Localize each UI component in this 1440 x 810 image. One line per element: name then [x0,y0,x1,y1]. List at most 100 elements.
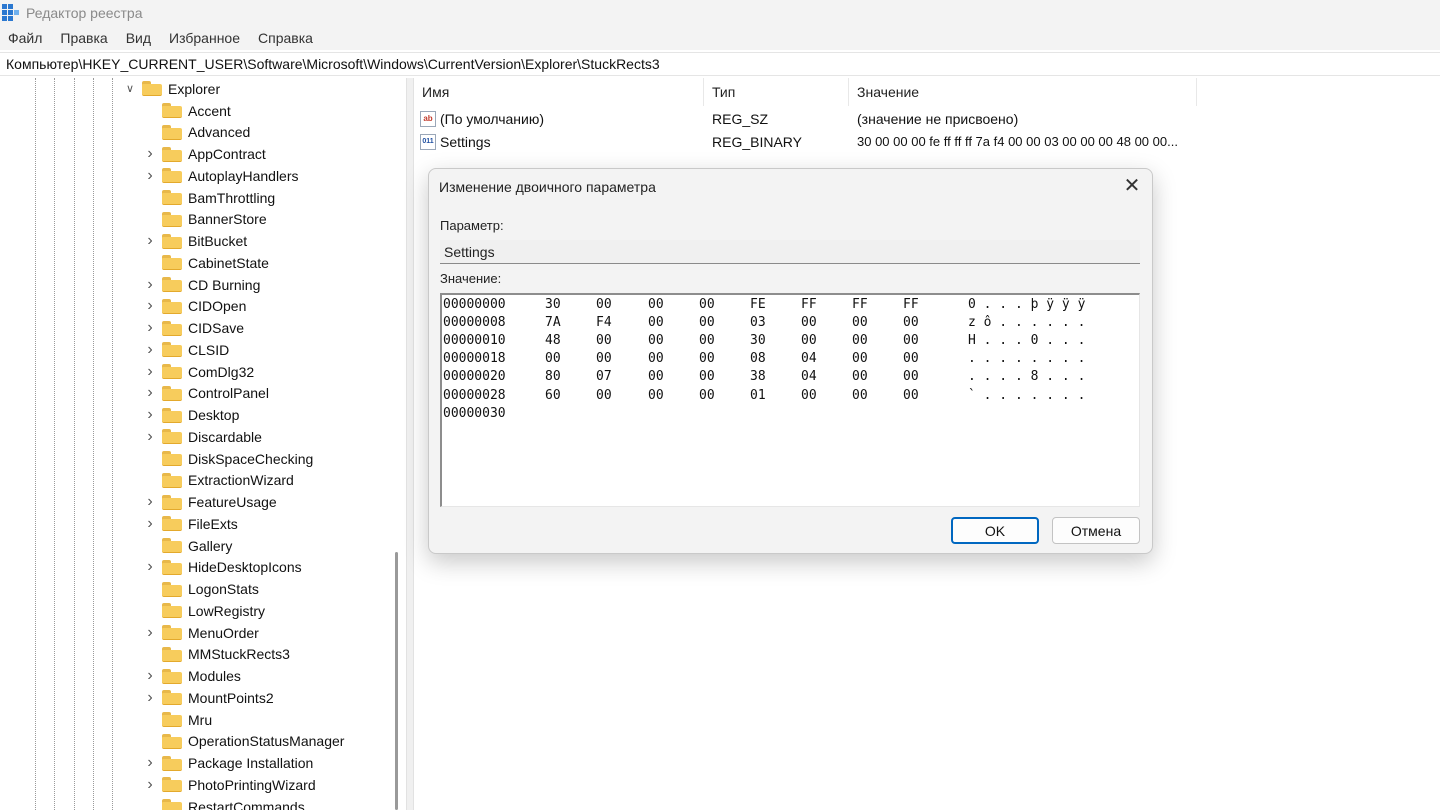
chevron-right-icon[interactable]: › [144,406,156,423]
tree-node[interactable]: ›LowRegistry [144,600,265,621]
tree-node[interactable]: › FeatureUsage [144,492,276,513]
tree-node-explorer[interactable]: ∨ Explorer [124,78,220,99]
hex-row: 00000018 00 00 00 00 08 04 00 00 . . . . . . . . [442,351,1132,369]
tree-node[interactable]: › AutoplayHandlers [144,165,298,186]
chevron-right-icon[interactable]: › [144,689,156,706]
chevron-right-icon[interactable]: › [144,145,156,162]
hex-byte: 00 [903,333,919,349]
tree-node[interactable]: › MenuOrder [144,622,259,643]
hex-byte: 00 [801,333,817,349]
tree-node[interactable]: › MountPoints2 [144,687,273,708]
folder-icon [162,124,182,140]
tree-node[interactable]: › FileExts [144,513,237,534]
folder-icon [162,233,182,249]
hex-byte: 00 [648,297,664,312]
tree-node[interactable]: › Desktop [144,405,239,426]
tree-node-label: BitBucket [188,233,248,249]
tree-node[interactable]: ›Mru [144,709,212,730]
tree-node[interactable]: › Discardable [144,426,262,447]
hex-address: 00000000 [443,297,506,312]
chevron-right-icon[interactable]: › [144,754,156,771]
chevron-down-icon[interactable]: ∨ [124,83,136,95]
tree-node[interactable]: › Package Installation [144,753,313,774]
value-name: Settings [440,133,491,150]
tree-node[interactable]: › CD Burning [144,274,260,295]
ok-button[interactable]: OK [951,517,1039,544]
hex-byte: FF [903,297,919,312]
tree-node-label: MenuOrder [188,624,259,641]
chevron-right-icon[interactable]: › [144,493,156,510]
hex-byte: 00 [648,315,664,331]
tree-node[interactable]: › CIDOpen [144,296,246,317]
folder-icon [162,777,182,793]
tree-node[interactable]: › BitBucket [144,231,247,252]
tree-node[interactable]: › ComDlg32 [144,361,254,382]
column-header-value[interactable]: Значение [849,78,1197,106]
chevron-right-icon[interactable]: › [144,558,156,575]
tree-scrollbar[interactable] [395,552,398,810]
chevron-right-icon[interactable]: › [144,667,156,684]
tree-guide-line [93,78,94,810]
tree-node[interactable]: ›BamThrottling [144,187,275,208]
folder-icon [162,625,182,640]
tree-node[interactable]: ›CabinetState [144,252,269,273]
chevron-right-icon[interactable]: › [144,428,156,445]
hex-byte: 00 [801,387,817,403]
menu-view[interactable]: Вид [126,30,151,46]
tree-node[interactable]: ›RestartCommands [144,796,305,810]
chevron-right-icon[interactable]: › [144,167,156,184]
pane-splitter[interactable] [406,78,414,810]
column-header-name[interactable]: Имя [414,78,704,106]
tree-node[interactable]: ›MMStuckRects3 [144,644,290,665]
chevron-right-icon[interactable]: › [144,776,156,793]
folder-icon [162,277,182,292]
value-row[interactable]: 011 Settings REG_BINARY 30 00 00 00 fe f… [414,130,1440,153]
chevron-right-icon[interactable]: › [144,384,156,401]
tree-node[interactable]: › AppContract [144,144,266,165]
chevron-right-icon[interactable]: › [144,319,156,336]
column-header-type[interactable]: Тип [704,78,849,106]
menu-favorites[interactable]: Избранное [169,30,240,46]
address-bar[interactable]: Компьютер\HKEY_CURRENT_USER\Software\Mic… [0,52,1440,76]
chevron-right-icon[interactable]: › [144,515,156,532]
menu-help[interactable]: Справка [258,30,313,46]
tree-node[interactable]: ›BannerStore [144,209,267,230]
tree-node[interactable]: › ControlPanel [144,383,269,404]
tree-node[interactable]: ›Gallery [144,535,232,556]
chevron-right-icon[interactable]: › [144,624,156,641]
tree-node[interactable]: ›LogonStats [144,579,259,600]
value-row[interactable]: ab (По умолчанию) REG_SZ (значение не пр… [414,107,1440,130]
chevron-right-icon[interactable]: › [144,341,156,358]
hex-row: 00000030 [442,406,1132,424]
hex-byte: 00 [648,387,664,403]
close-icon[interactable]: ✕ [1120,175,1144,199]
folder-icon [162,320,182,336]
tree-node[interactable]: › Modules [144,666,241,687]
tree-node[interactable]: › HideDesktopIcons [144,557,301,578]
hex-editor[interactable]: 00000000 30 00 00 00 FE FF FF FF 0 . . . þ ÿ ÿ ÿ0… [440,293,1140,507]
folder-icon [162,364,182,379]
cancel-button[interactable]: Отмена [1052,517,1140,544]
tree-node[interactable]: › CLSID [144,339,229,360]
hex-byte: 00 [852,351,868,367]
tree-node-label: Explorer [168,80,221,97]
chevron-right-icon[interactable]: › [144,232,156,249]
menu-file[interactable]: Файл [8,30,42,46]
string-value-icon: ab [420,110,436,127]
folder-icon [162,298,182,314]
tree-node[interactable]: › PhotoPrintingWizard [144,774,315,795]
tree-node[interactable]: ›OperationStatusManager [144,731,344,752]
tree-node[interactable]: ›Accent [144,100,231,121]
menu-edit[interactable]: Правка [60,30,107,46]
tree-node[interactable]: ›DiskSpaceChecking [144,448,313,469]
hex-address: 00000018 [443,351,506,367]
tree-guide-line [54,78,55,810]
hex-ascii: 0 . . . þ ÿ ÿ ÿ [968,297,1086,312]
chevron-right-icon[interactable]: › [144,297,156,314]
chevron-right-icon[interactable]: › [144,363,156,380]
chevron-right-icon[interactable]: › [144,276,156,293]
hex-byte: 00 [699,387,715,403]
tree-node[interactable]: › CIDSave [144,318,244,339]
tree-node[interactable]: ›ExtractionWizard [144,470,294,491]
tree-node[interactable]: ›Advanced [144,122,250,143]
